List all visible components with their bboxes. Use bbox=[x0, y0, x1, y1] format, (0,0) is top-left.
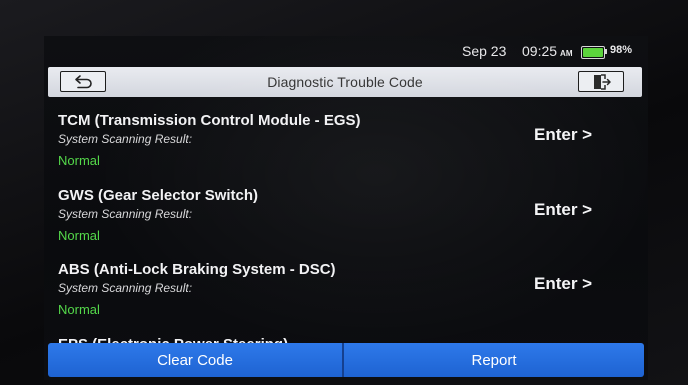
enter-button[interactable]: Enter > bbox=[534, 274, 592, 294]
battery-tip bbox=[605, 49, 607, 54]
system-name: GWS (Gear Selector Switch) bbox=[58, 187, 259, 204]
system-row-gws[interactable]: GWS (Gear Selector Switch) System Scanni… bbox=[44, 173, 648, 247]
scan-status: Normal bbox=[58, 302, 100, 317]
page-title: Diagnostic Trouble Code bbox=[267, 74, 423, 90]
scan-result-label: System Scanning Result: bbox=[58, 281, 193, 295]
status-bar: Sep 23 09:25 AM 98% bbox=[44, 36, 648, 66]
device-screen: Sep 23 09:25 AM 98% Diagnostic Trouble Co… bbox=[44, 36, 648, 380]
battery-percent: 98% bbox=[610, 44, 633, 56]
scan-status: Normal bbox=[58, 153, 100, 168]
system-name: TCM (Transmission Control Module - EGS) bbox=[58, 112, 361, 129]
system-row-tcm[interactable]: TCM (Transmission Control Module - EGS) … bbox=[44, 98, 648, 172]
system-row-abs[interactable]: ABS (Anti-Lock Braking System - DSC) Sys… bbox=[44, 247, 648, 321]
enter-button[interactable]: Enter > bbox=[534, 125, 592, 145]
bottom-action-bar: Clear Code Report bbox=[48, 343, 644, 377]
battery-icon bbox=[581, 46, 605, 59]
status-ampm: AM bbox=[560, 49, 573, 58]
status-time-value: 09:25 bbox=[522, 43, 558, 59]
status-time: 09:25 AM bbox=[522, 43, 573, 59]
scan-result-label: System Scanning Result: bbox=[58, 207, 193, 221]
system-name: ABS (Anti-Lock Braking System - DSC) bbox=[58, 261, 336, 278]
title-bar: Diagnostic Trouble Code bbox=[48, 67, 642, 97]
battery-fill bbox=[583, 48, 603, 57]
scan-result-label: System Scanning Result: bbox=[58, 132, 193, 146]
status-date: Sep 23 bbox=[462, 43, 507, 59]
report-button[interactable]: Report bbox=[344, 343, 644, 377]
scan-status: Normal bbox=[58, 228, 100, 243]
exit-door-icon bbox=[594, 74, 611, 90]
enter-button[interactable]: Enter > bbox=[534, 200, 592, 220]
clear-code-button[interactable]: Clear Code bbox=[48, 343, 342, 377]
exit-button[interactable] bbox=[578, 71, 624, 92]
